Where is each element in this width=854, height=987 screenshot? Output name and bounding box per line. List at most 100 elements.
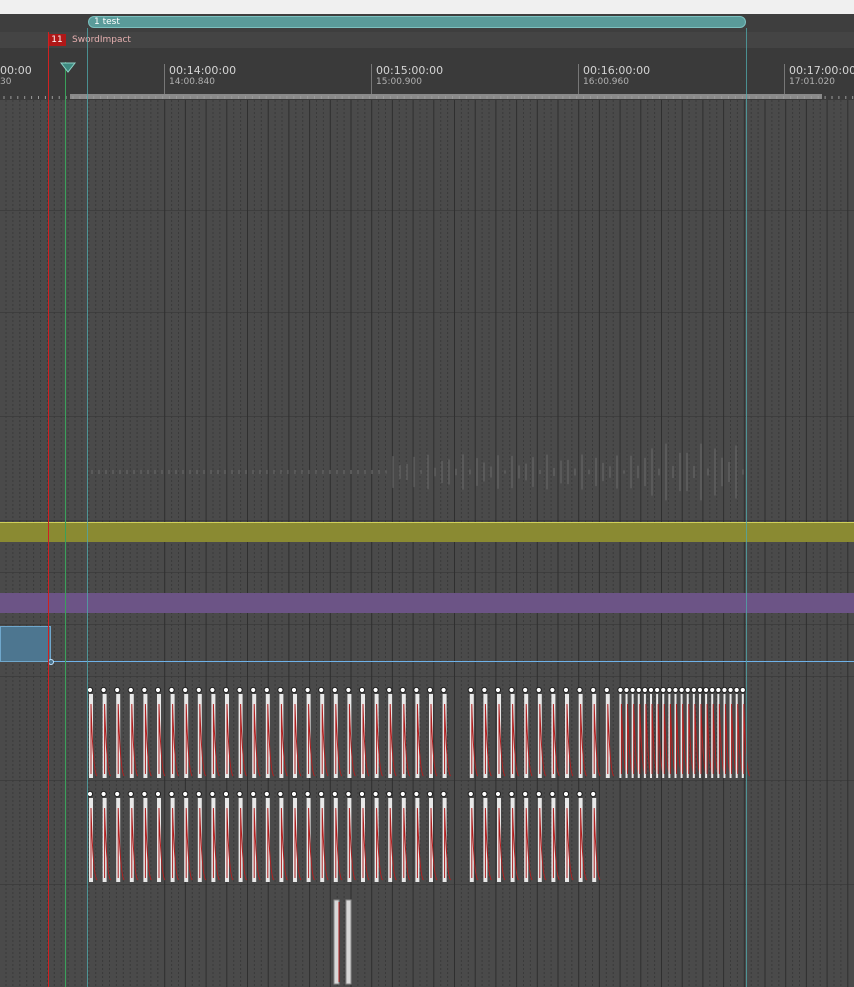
event-layer bbox=[3, 96, 854, 985]
circle-handle-icon bbox=[290, 790, 298, 798]
circle-handle-icon bbox=[236, 686, 243, 694]
event-clip bbox=[345, 899, 352, 985]
circle-handle-icon bbox=[304, 686, 311, 694]
circle-handle-icon bbox=[508, 686, 515, 694]
circle-handle-icon bbox=[576, 686, 583, 694]
circle-handle-icon bbox=[263, 686, 270, 694]
circle-handle-icon bbox=[494, 686, 502, 694]
circle-handle-icon bbox=[100, 790, 107, 798]
circle-handle-icon bbox=[250, 686, 257, 694]
circle-handle-icon bbox=[635, 686, 642, 694]
circle-handle-icon bbox=[467, 686, 474, 694]
circle-handle-icon bbox=[617, 686, 624, 694]
circle-handle-icon bbox=[114, 790, 121, 798]
circle-handle-icon bbox=[590, 790, 597, 798]
circle-handle-icon bbox=[709, 686, 716, 694]
circle-handle-icon bbox=[508, 790, 515, 798]
circle-handle-icon bbox=[733, 686, 740, 694]
circle-handle-icon bbox=[195, 686, 202, 694]
circle-handle-icon bbox=[562, 686, 570, 694]
circle-handle-icon bbox=[715, 686, 722, 694]
circle-handle-icon bbox=[654, 686, 661, 694]
circle-handle-icon bbox=[372, 686, 379, 694]
circle-handle-icon bbox=[209, 790, 216, 798]
circle-handle-icon bbox=[440, 790, 447, 798]
circle-handle-icon bbox=[629, 686, 636, 694]
circle-handle-icon bbox=[236, 790, 243, 798]
circle-handle-icon bbox=[426, 790, 434, 798]
circle-handle-icon bbox=[426, 686, 434, 694]
circle-handle-icon bbox=[86, 790, 94, 798]
circle-handle-icon bbox=[522, 686, 529, 694]
circle-handle-icon bbox=[522, 790, 529, 798]
region-start-line bbox=[87, 28, 88, 987]
circle-handle-icon bbox=[660, 686, 667, 694]
circle-handle-icon bbox=[739, 686, 746, 694]
circle-handle-icon bbox=[562, 790, 570, 798]
triangle-down-icon[interactable] bbox=[60, 62, 76, 74]
circle-handle-icon bbox=[100, 686, 107, 694]
circle-handle-icon bbox=[318, 790, 325, 798]
cursor-line[interactable] bbox=[65, 62, 66, 987]
circle-handle-icon bbox=[399, 686, 406, 694]
circle-handle-icon bbox=[641, 686, 648, 694]
circle-handle-icon bbox=[209, 686, 216, 694]
circle-handle-icon bbox=[696, 686, 704, 694]
circle-handle-icon bbox=[250, 790, 257, 798]
circle-handle-icon bbox=[318, 686, 325, 694]
circle-handle-icon bbox=[590, 686, 597, 694]
circle-handle-icon bbox=[263, 790, 270, 798]
circle-handle-icon bbox=[494, 790, 502, 798]
circle-handle-icon bbox=[331, 686, 338, 694]
circle-handle-icon bbox=[413, 686, 420, 694]
circle-handle-icon bbox=[141, 790, 148, 798]
circle-handle-icon bbox=[372, 790, 379, 798]
circle-handle-icon bbox=[168, 686, 175, 694]
circle-handle-icon bbox=[666, 686, 673, 694]
circle-handle-icon bbox=[114, 686, 121, 694]
circle-handle-icon bbox=[168, 790, 175, 798]
circle-handle-icon bbox=[672, 686, 679, 694]
circle-handle-icon bbox=[623, 686, 630, 694]
circle-handle-icon bbox=[603, 686, 610, 694]
circle-handle-icon bbox=[86, 686, 94, 694]
circle-handle-icon bbox=[304, 790, 311, 798]
circle-handle-icon bbox=[331, 790, 338, 798]
circle-handle-icon bbox=[702, 686, 710, 694]
circle-handle-icon bbox=[127, 790, 134, 798]
circle-handle-icon bbox=[721, 686, 728, 694]
circle-handle-icon bbox=[576, 790, 583, 798]
circle-handle-icon bbox=[358, 686, 366, 694]
circle-handle-icon bbox=[690, 686, 697, 694]
circle-handle-icon bbox=[399, 790, 406, 798]
circle-handle-icon bbox=[195, 790, 202, 798]
circle-handle-icon bbox=[182, 686, 189, 694]
circle-handle-icon bbox=[549, 790, 556, 798]
circle-handle-icon bbox=[290, 686, 298, 694]
circle-handle-icon bbox=[440, 686, 447, 694]
circle-handle-icon bbox=[141, 686, 148, 694]
circle-handle-icon bbox=[345, 790, 352, 798]
circle-handle-icon bbox=[386, 790, 393, 798]
circle-handle-icon bbox=[678, 686, 685, 694]
playhead-line[interactable] bbox=[48, 32, 49, 987]
circle-handle-icon bbox=[277, 790, 284, 798]
circle-handle-icon bbox=[358, 790, 366, 798]
circle-handle-icon bbox=[481, 686, 488, 694]
circle-handle-icon bbox=[481, 790, 488, 798]
circle-handle-icon bbox=[222, 686, 230, 694]
circle-handle-icon bbox=[647, 686, 655, 694]
circle-handle-icon bbox=[222, 790, 230, 798]
circle-handle-icon bbox=[345, 686, 352, 694]
circle-handle-icon bbox=[684, 686, 691, 694]
circle-handle-icon bbox=[413, 790, 420, 798]
event-clip bbox=[333, 899, 340, 985]
circle-handle-icon bbox=[154, 686, 162, 694]
circle-handle-icon bbox=[386, 686, 393, 694]
circle-handle-icon bbox=[549, 686, 556, 694]
circle-handle-icon bbox=[727, 686, 734, 694]
circle-handle-icon bbox=[467, 790, 474, 798]
region-end-line bbox=[746, 28, 747, 987]
circle-handle-icon bbox=[535, 686, 542, 694]
circle-handle-icon bbox=[127, 686, 134, 694]
